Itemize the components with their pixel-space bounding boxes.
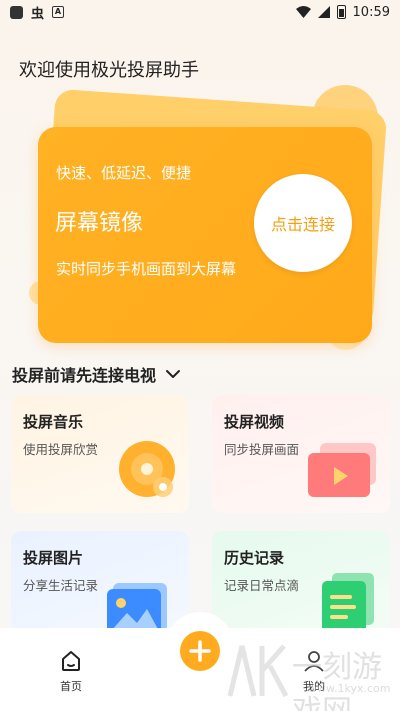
home-icon [62,651,80,671]
watermark-text: 一刻游戏网 [292,650,382,711]
status-glyph: 虫 [31,6,45,22]
hero-title: 屏幕镜像 [55,211,144,236]
card-title: 投屏视频 [224,413,285,431]
watermark-logo: 一刻游戏网 www.1kyx.com [222,636,400,711]
status-bar: 虫 A 10:59 [0,0,400,24]
cast-photo-card[interactable]: 投屏图片 分享生活记录 [11,531,189,631]
nav-home[interactable]: 首页 [60,650,82,694]
welcome-title: 欢迎使用极光投屏助手 [19,60,199,81]
status-time: 10:59 [352,4,390,20]
card-title: 投屏图片 [23,549,84,567]
watermark-url: www.1kyx.com [308,682,391,695]
hero-description: 实时同步手机画面到大屏幕 [56,260,237,278]
card-desc: 使用投屏欣赏 [23,442,99,457]
wifi-icon [295,6,311,18]
watermark-mark-icon [227,644,289,698]
cast-music-card[interactable]: 投屏音乐 使用投屏欣赏 [11,395,189,513]
plus-icon [189,640,211,662]
card-desc: 记录日常点滴 [224,578,300,593]
cast-video-card[interactable]: 投屏视频 同步投屏画面 [212,395,390,513]
connect-tv-dropdown[interactable]: 投屏前请先连接电视 [12,362,182,386]
card-desc: 分享生活记录 [23,578,99,593]
add-button[interactable] [180,631,220,671]
history-card[interactable]: 历史记录 记录日常点滴 [212,531,390,631]
card-title: 历史记录 [224,549,285,567]
card-title: 投屏音乐 [23,413,84,431]
video-play-icon [308,443,376,497]
notification-square-icon [10,5,23,19]
section-title: 投屏前请先连接电视 [12,366,157,385]
nav-home-label: 首页 [60,680,82,693]
music-disc-icon [119,441,175,497]
a-badge-icon: A [52,6,65,18]
document-stack-icon [322,573,374,631]
image-icon [107,583,167,631]
hero-subtitle: 快速、低延迟、便捷 [56,164,192,182]
connect-button[interactable]: 点击连接 [254,174,352,272]
card-desc: 同步投屏画面 [224,442,300,457]
signal-icon [317,6,330,18]
battery-icon [336,5,346,19]
chevron-down-icon [166,370,181,378]
